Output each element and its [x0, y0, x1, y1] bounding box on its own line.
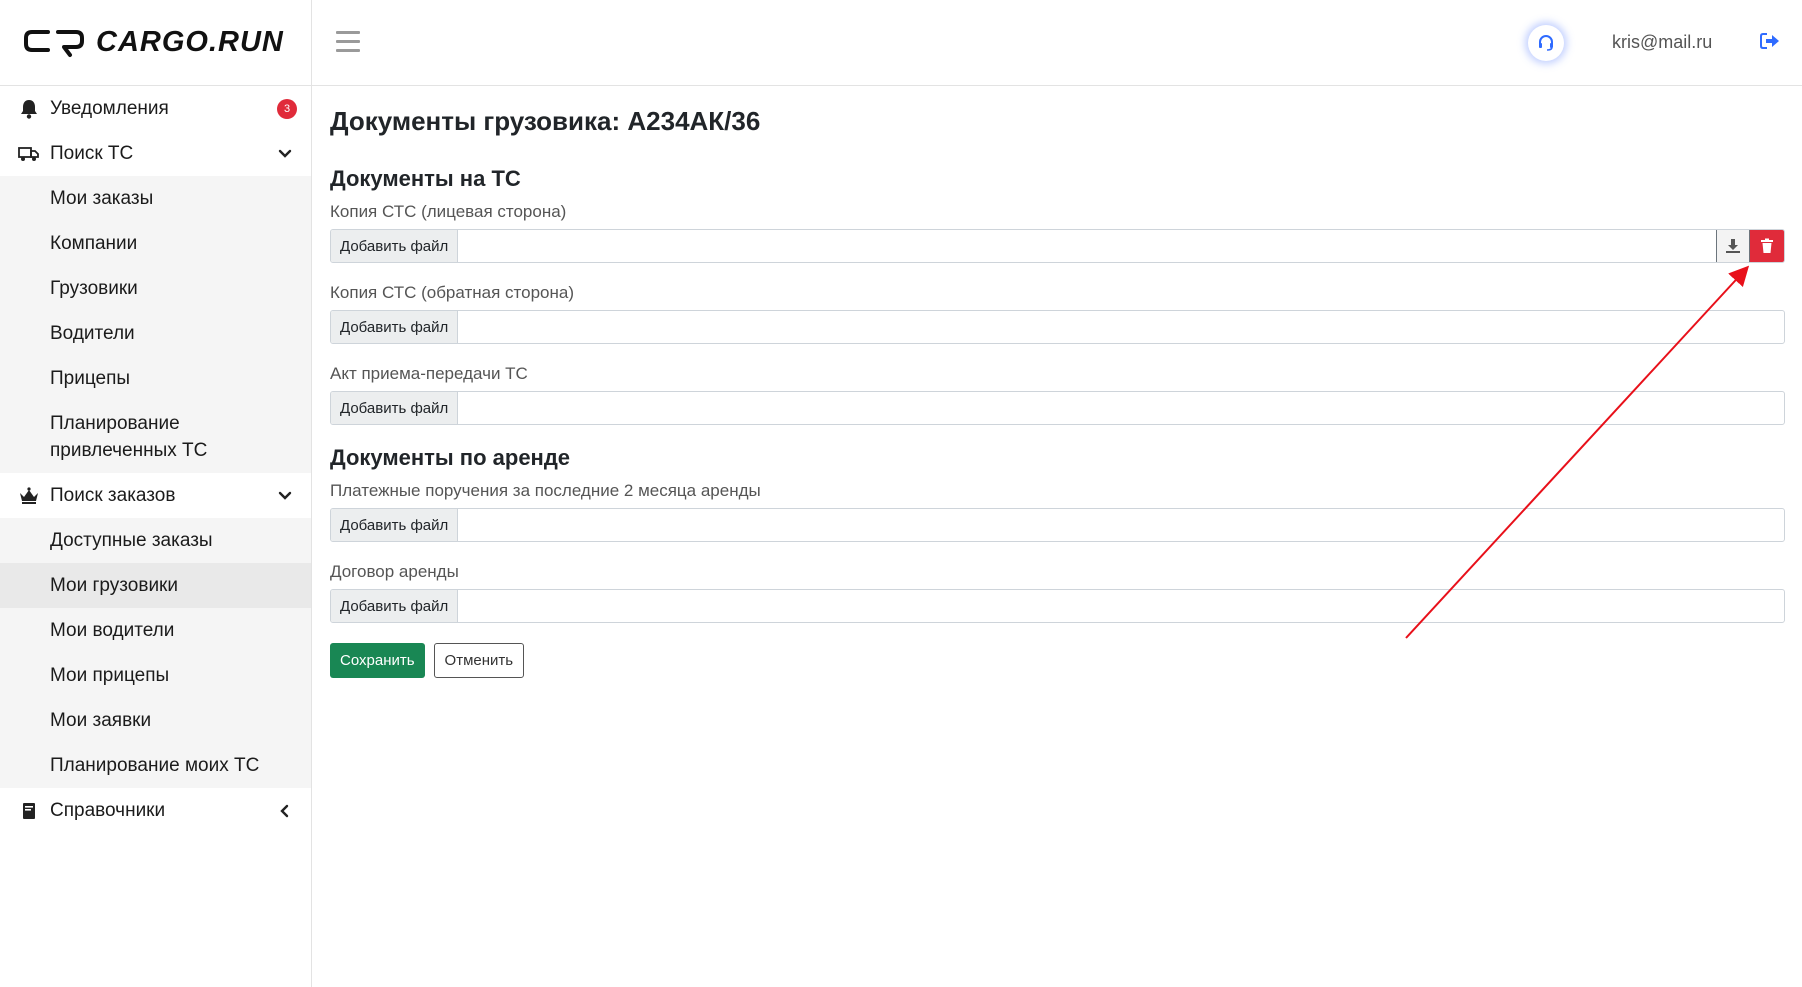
user-email[interactable]: kris@mail.ru — [1612, 32, 1712, 53]
file-input-acceptance-act: Добавить файл — [330, 391, 1785, 425]
field-label: Копия СТС (лицевая сторона) — [330, 202, 567, 221]
sidebar-item-my-drivers[interactable]: Мои водители — [0, 608, 311, 653]
sidebar-item-label: Поиск заказов — [50, 484, 176, 506]
sidebar-item-my-trucks[interactable]: Мои грузовики — [0, 563, 311, 608]
page-title: Документы грузовика: А234АК/36 — [330, 106, 761, 136]
bell-icon — [18, 98, 40, 120]
add-file-button[interactable]: Добавить файл — [331, 230, 459, 262]
brand-logo[interactable]: CARGO.RUN — [0, 0, 311, 86]
save-button[interactable]: Сохранить — [330, 643, 425, 678]
menu-toggle-icon[interactable] — [336, 31, 360, 53]
add-file-button[interactable]: Добавить файл — [331, 509, 459, 541]
field-label: Договор аренды — [330, 562, 459, 581]
notification-count-badge: 3 — [277, 98, 297, 119]
sidebar-nav-orders: Поиск заказов — [0, 473, 311, 518]
section-title-lease-docs: Документы по аренде — [330, 445, 571, 470]
brand-name: CARGO.RUN — [96, 26, 284, 58]
submenu-search-orders: Доступные заказы Мои грузовики Мои водит… — [0, 518, 311, 788]
field-label: Копия СТС (обратная сторона) — [330, 283, 574, 302]
main-content: Документы грузовика: А234АК/36 Документы… — [330, 86, 1786, 678]
form-actions: Сохранить Отменить — [330, 643, 1786, 678]
trash-icon — [1761, 238, 1773, 253]
section-title-vehicle-docs: Документы на ТС — [330, 166, 521, 191]
sidebar-item-label: Планирование привлеченных ТС — [50, 413, 208, 461]
sidebar-nav-directories: Справочники — [0, 788, 311, 833]
sidebar-item-trailers[interactable]: Прицепы — [0, 356, 311, 401]
truck-icon — [18, 143, 40, 165]
sidebar-item-companies[interactable]: Компании — [0, 221, 311, 266]
file-name-display[interactable] — [458, 311, 1784, 343]
sidebar-item-my-requests[interactable]: Мои заявки — [0, 698, 311, 743]
chevron-left-icon — [277, 803, 293, 819]
sidebar-item-label: Уведомления — [50, 97, 169, 119]
file-input-sts-back: Добавить файл — [330, 310, 1785, 344]
file-input-payment-orders: Добавить файл — [330, 508, 1785, 542]
sidebar-item-planning-attracted[interactable]: Планирование привлеченных ТС — [0, 401, 311, 473]
download-button[interactable] — [1716, 230, 1750, 262]
sidebar-item-label: Справочники — [50, 799, 166, 821]
sidebar-item-available-orders[interactable]: Доступные заказы — [0, 518, 311, 563]
delete-button[interactable] — [1750, 230, 1784, 262]
file-name-display[interactable] — [458, 590, 1784, 622]
sidebar-item-notifications[interactable]: Уведомления 3 — [0, 86, 311, 131]
sidebar-item-directories[interactable]: Справочники — [0, 788, 311, 833]
chevron-down-icon — [277, 488, 293, 504]
submenu-search-vehicle: Мои заказы Компании Грузовики Водители П… — [0, 176, 311, 473]
sidebar-item-search-vehicle[interactable]: Поиск ТС — [0, 131, 311, 176]
sidebar-item-my-orders[interactable]: Мои заказы — [0, 176, 311, 221]
add-file-button[interactable]: Добавить файл — [331, 311, 459, 343]
file-name-display[interactable] — [458, 509, 1784, 541]
sidebar-item-search-orders[interactable]: Поиск заказов — [0, 473, 311, 518]
add-file-button[interactable]: Добавить файл — [331, 590, 459, 622]
field-label: Акт приема-передачи ТС — [330, 364, 528, 383]
file-name-display[interactable] — [458, 392, 1784, 424]
cancel-button[interactable]: Отменить — [433, 643, 525, 678]
file-input-lease-agreement: Добавить файл — [330, 589, 1785, 623]
field-label: Платежные поручения за последние 2 месяц… — [330, 481, 761, 500]
sidebar-nav: Уведомления 3 Поиск ТС — [0, 86, 311, 176]
add-file-button[interactable]: Добавить файл — [331, 392, 459, 424]
crown-icon — [18, 485, 40, 507]
sidebar-item-planning-mine[interactable]: Планирование моих ТС — [0, 743, 311, 788]
logout-icon[interactable] — [1760, 32, 1782, 52]
file-input-sts-front: Добавить файл — [330, 229, 1785, 263]
cargo-logo-icon — [24, 29, 84, 57]
sidebar: CARGO.RUN Уведомления 3 Поиск ТС Мои зак… — [0, 0, 312, 987]
top-header: kris@mail.ru — [312, 0, 1802, 86]
sidebar-item-label: Поиск ТС — [50, 142, 134, 164]
download-icon — [1726, 239, 1740, 253]
chevron-down-icon — [277, 146, 293, 162]
support-headset-icon[interactable] — [1528, 25, 1564, 61]
sidebar-item-trucks[interactable]: Грузовики — [0, 266, 311, 311]
sidebar-item-drivers[interactable]: Водители — [0, 311, 311, 356]
file-name-display[interactable] — [458, 230, 1716, 262]
sidebar-item-my-trailers[interactable]: Мои прицепы — [0, 653, 311, 698]
book-icon — [18, 800, 40, 822]
